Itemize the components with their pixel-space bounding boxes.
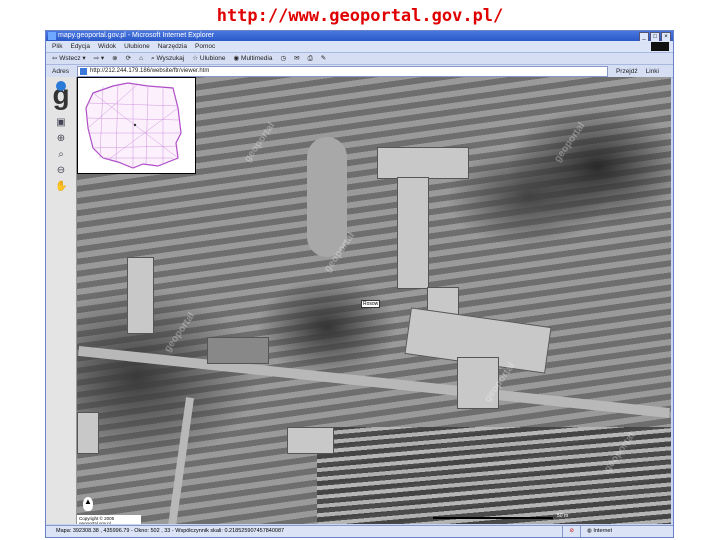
- status-text: Mapa: 392308.38 , 435996.79 - Okno: 502 …: [56, 528, 285, 534]
- favorites-button[interactable]: ☆ Ulubione: [192, 53, 225, 64]
- page-content: g ▣ ⊕ ⌕ ⊖ ✋ geoportal geoportal geoporta…: [46, 77, 673, 524]
- road: [167, 397, 195, 524]
- ie-icon: [48, 32, 56, 40]
- location-marker: [133, 123, 137, 127]
- zoom-out-icon[interactable]: ⊖: [55, 165, 67, 177]
- zoom-icon[interactable]: ⌕: [55, 149, 67, 161]
- building: [77, 412, 99, 454]
- watermark: geoportal: [162, 310, 198, 355]
- media-button[interactable]: ◉ Multimedia: [234, 53, 273, 64]
- links-button[interactable]: Linki: [646, 66, 673, 77]
- building: [207, 337, 269, 364]
- overview-map[interactable]: [77, 77, 196, 174]
- building: [287, 427, 334, 454]
- scale-bar: [433, 517, 553, 519]
- poland-outline: [85, 82, 182, 169]
- map-tools: g ▣ ⊕ ⌕ ⊖ ✋: [46, 77, 77, 524]
- building: [377, 147, 469, 179]
- search-label: Wyszukaj: [156, 55, 185, 62]
- history-icon[interactable]: ◷: [280, 53, 286, 64]
- mail-icon[interactable]: ✉: [294, 53, 299, 64]
- building: [127, 257, 154, 334]
- north-arrow-icon: ▲: [83, 497, 93, 511]
- browser-window: mapy.geoportal.gov.pl - Microsoft Intern…: [45, 30, 674, 538]
- menu-widok[interactable]: Widok: [98, 41, 116, 52]
- building: [397, 177, 429, 289]
- print-icon[interactable]: ⎙: [308, 53, 313, 64]
- back-button[interactable]: ⇦ Wstecz ▾: [52, 53, 86, 64]
- watermark: geoportal: [242, 120, 278, 165]
- place-label: Rosow: [361, 300, 381, 308]
- geoportal-logo: g: [46, 77, 76, 113]
- watermark: geoportal: [552, 120, 588, 165]
- menu-narzedzia[interactable]: Narzędzia: [158, 41, 187, 52]
- road: [78, 345, 670, 419]
- toolbar: ⇦ Wstecz ▾ ⇨ ▾ ⊗ ⟳ ⌂ ⌕ Wyszukaj ☆ Ulubio…: [46, 53, 673, 65]
- title-bar: mapy.geoportal.gov.pl - Microsoft Intern…: [46, 31, 673, 42]
- menu-plik[interactable]: Plik: [52, 41, 62, 52]
- menu-pomoc[interactable]: Pomoc: [195, 41, 215, 52]
- back-label: Wstecz: [59, 55, 81, 62]
- scale-label: 50 m: [557, 513, 569, 519]
- edit-icon[interactable]: ✎: [321, 53, 326, 64]
- orchard-area: [317, 427, 671, 524]
- overview-toggle-icon[interactable]: ▣: [55, 117, 67, 129]
- go-button[interactable]: Przejdź: [616, 66, 638, 77]
- forward-button[interactable]: ⇨ ▾: [94, 53, 105, 64]
- windows-logo-icon: [651, 42, 669, 51]
- menu-ulubione[interactable]: Ulubione: [124, 41, 150, 52]
- page-caption: http://www.geoportal.gov.pl/: [216, 6, 504, 26]
- menu-bar: Plik Edycja Widok Ulubione Narzędzia Pom…: [46, 41, 673, 53]
- status-bar: Mapa: 392308.38 , 435996.79 - Okno: 502 …: [46, 525, 673, 537]
- home-icon[interactable]: ⌂: [139, 53, 143, 64]
- refresh-icon[interactable]: ⟳: [126, 53, 131, 64]
- favorites-label: Ulubione: [199, 55, 226, 62]
- popup-blocked-icon[interactable]: ⊘: [562, 526, 580, 537]
- address-label: Adres: [52, 67, 69, 75]
- stop-icon[interactable]: ⊗: [112, 53, 117, 64]
- zoom-in-icon[interactable]: ⊕: [55, 133, 67, 145]
- window-title: mapy.geoportal.gov.pl - Microsoft Intern…: [58, 32, 215, 39]
- media-label: Multimedia: [241, 55, 273, 62]
- menu-edycja[interactable]: Edycja: [70, 41, 90, 52]
- zone-label: Internet: [593, 528, 612, 534]
- aerial-map[interactable]: geoportal geoportal geoportal geoportal …: [77, 77, 671, 524]
- internet-zone: ◍ Internet: [580, 526, 673, 537]
- search-button[interactable]: ⌕ Wyszukaj: [151, 53, 184, 64]
- copyright-text: Copyright © 2005 geoportal.gov.pl: [77, 515, 141, 524]
- address-input[interactable]: http://212.244.179.186/website/ftr/viewe…: [76, 65, 608, 77]
- pan-hand-icon[interactable]: ✋: [55, 181, 67, 193]
